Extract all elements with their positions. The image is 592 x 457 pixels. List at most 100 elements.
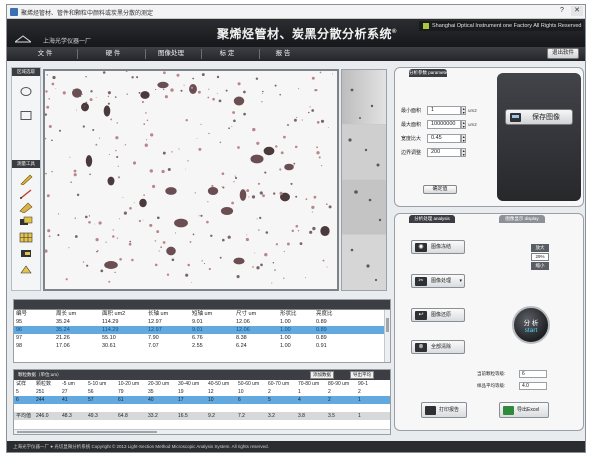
table-row-selected[interactable]: 96 35.24 114.29 12.97 9.01 12.06 1.00 0.…: [14, 326, 386, 334]
restore-image-button[interactable]: ↩ 图像还原: [411, 308, 465, 322]
width-ratio-spinner[interactable]: ▲ ▼: [461, 134, 466, 143]
fill-icon[interactable]: [19, 264, 33, 275]
table-row[interactable]: 97 21.26 55.10 7.90 6.76 8.38 1.00 0.89: [14, 334, 386, 342]
layer-icon[interactable]: [19, 216, 33, 227]
particle-dot: [305, 198, 308, 201]
export-average-button[interactable]: 导出平均: [350, 371, 374, 379]
image-processing-button[interactable]: ✂ 图像处理 ▾: [411, 274, 465, 288]
current-grade-value: 6: [519, 370, 547, 378]
save-image-label: 保存图像: [532, 114, 560, 121]
clear-all-button[interactable]: ⊗ 全部清除: [411, 340, 465, 354]
min-area-label: 最小面积: [401, 108, 422, 114]
ruler-icon[interactable]: [19, 202, 33, 214]
table-cell: 55.10: [102, 335, 116, 341]
particle-dot: [95, 143, 98, 146]
results-table-panel: 编号 周长 um 面积 um2 长轴 um 短轴 um 尺寸 um 形状比 亮度…: [13, 299, 391, 363]
ellipse-icon[interactable]: [19, 86, 33, 97]
microscope-image[interactable]: [43, 69, 339, 291]
particle-dot: [48, 235, 51, 238]
line-icon[interactable]: [19, 188, 33, 199]
save-image-button[interactable]: 保存图像: [505, 109, 573, 125]
table-cell: 2: [358, 389, 361, 395]
add-data-button[interactable]: 添加数据: [310, 371, 334, 379]
max-area-input[interactable]: 10000000: [427, 120, 461, 129]
particle-dot: [150, 133, 154, 137]
particle-dot: [275, 243, 279, 246]
particle-dot: [76, 193, 80, 197]
particle-dot: [192, 77, 195, 80]
tab-analysis[interactable]: 分析处理 analysis: [409, 215, 455, 223]
particle-dot: [212, 97, 215, 101]
freeze-image-button[interactable]: ◉ 图像冻结: [411, 240, 465, 254]
confirm-button[interactable]: 确定值: [423, 185, 457, 194]
print-report-button[interactable]: 打印报告: [421, 402, 467, 418]
particle-dot: [237, 146, 240, 149]
table-row[interactable]: 98 17.06 30.61 7.07 2.55 6.24 1.00 0.91: [14, 342, 386, 350]
close-button[interactable]: ✕: [571, 6, 583, 16]
help-button[interactable]: ?: [556, 6, 568, 16]
table-cell: 79: [118, 389, 124, 395]
zoom-out-button[interactable]: 缩小: [531, 262, 549, 270]
menu-calibration[interactable]: 标 定: [207, 49, 247, 59]
particle-dot: [163, 88, 165, 91]
particle-dot: [311, 109, 315, 112]
particle-dot: [112, 229, 114, 231]
table-row[interactable]: 5 251 27 56 79 35 19 12 10 2 1 2 2: [14, 388, 390, 396]
exit-button[interactable]: 退出软件: [547, 48, 579, 59]
width-ratio-input[interactable]: 0.45: [427, 134, 461, 143]
particle-dot: [222, 186, 225, 189]
factory-banner: Shanghai Optical Instrument one Factory …: [419, 21, 583, 31]
particle-dot: [198, 147, 202, 151]
tab-parameter[interactable]: 分析参数 parameter: [409, 69, 447, 77]
particle-dot: [206, 220, 209, 224]
zoom-in-button[interactable]: 放大: [531, 244, 549, 252]
min-area-spinner[interactable]: ▲ ▼: [461, 106, 466, 115]
min-area-input[interactable]: 1: [427, 106, 461, 115]
table-row[interactable]: 95 35.24 114.29 12.97 9.01 12.06 1.00 0.…: [14, 318, 386, 326]
table-cell: 56: [88, 389, 94, 395]
particle-dot: [89, 98, 93, 102]
eraser-icon[interactable]: [19, 248, 33, 259]
particle-blob: [107, 176, 115, 186]
table-row-selected[interactable]: 6 244 41 57 61 40 17 10 6 5 4 2 1: [14, 396, 390, 404]
table-cell: 7.90: [148, 335, 159, 341]
boundary-spinner[interactable]: ▲ ▼: [461, 148, 466, 157]
max-area-label: 最大面积: [401, 122, 422, 128]
particle-dot: [51, 170, 53, 173]
menu-hardware[interactable]: 硬 件: [93, 49, 133, 59]
distribution-scrollbar[interactable]: [14, 429, 390, 434]
grid-icon[interactable]: [19, 232, 33, 243]
logo-icon: [13, 35, 33, 43]
rectangle-icon[interactable]: [19, 110, 33, 121]
average-grade-label: 样品平均等级:: [477, 383, 506, 388]
start-analysis-button[interactable]: 分 析 start: [512, 306, 550, 344]
particle-blob: [263, 146, 275, 156]
results-scrollbar[interactable]: [384, 310, 390, 362]
table-cell: 0.89: [316, 335, 327, 341]
tab-display[interactable]: 图像显示 display: [499, 215, 545, 223]
menu-image-processing[interactable]: 图像处理: [151, 49, 191, 59]
table-cell: 3.2: [266, 412, 296, 420]
menu-file[interactable]: 文 件: [25, 49, 65, 59]
particle-blob: [284, 163, 294, 171]
particle-dot: [279, 93, 281, 96]
particle-dot: [225, 89, 228, 92]
particle-dot: [48, 97, 51, 100]
pencil-icon[interactable]: [19, 174, 33, 186]
thumbnail-strip[interactable]: [341, 69, 387, 291]
particle-dot: [116, 155, 119, 159]
particle-dot: [143, 194, 145, 196]
max-area-spinner[interactable]: ▲ ▼: [461, 120, 466, 129]
scrollbar-thumb[interactable]: [17, 431, 157, 433]
export-excel-button[interactable]: 导出Excel: [499, 402, 549, 418]
table-cell: 1.00: [280, 343, 291, 349]
scrollbar-thumb[interactable]: [386, 318, 389, 332]
particle-dot: [309, 106, 311, 108]
boundary-input[interactable]: 200: [427, 148, 461, 157]
particle-blob: [233, 257, 245, 265]
menu-divider: [201, 49, 202, 59]
menu-report[interactable]: 报 告: [263, 49, 303, 59]
particle-dot: [108, 280, 111, 283]
particle-dot: [216, 75, 220, 79]
particle-dot: [72, 89, 75, 91]
